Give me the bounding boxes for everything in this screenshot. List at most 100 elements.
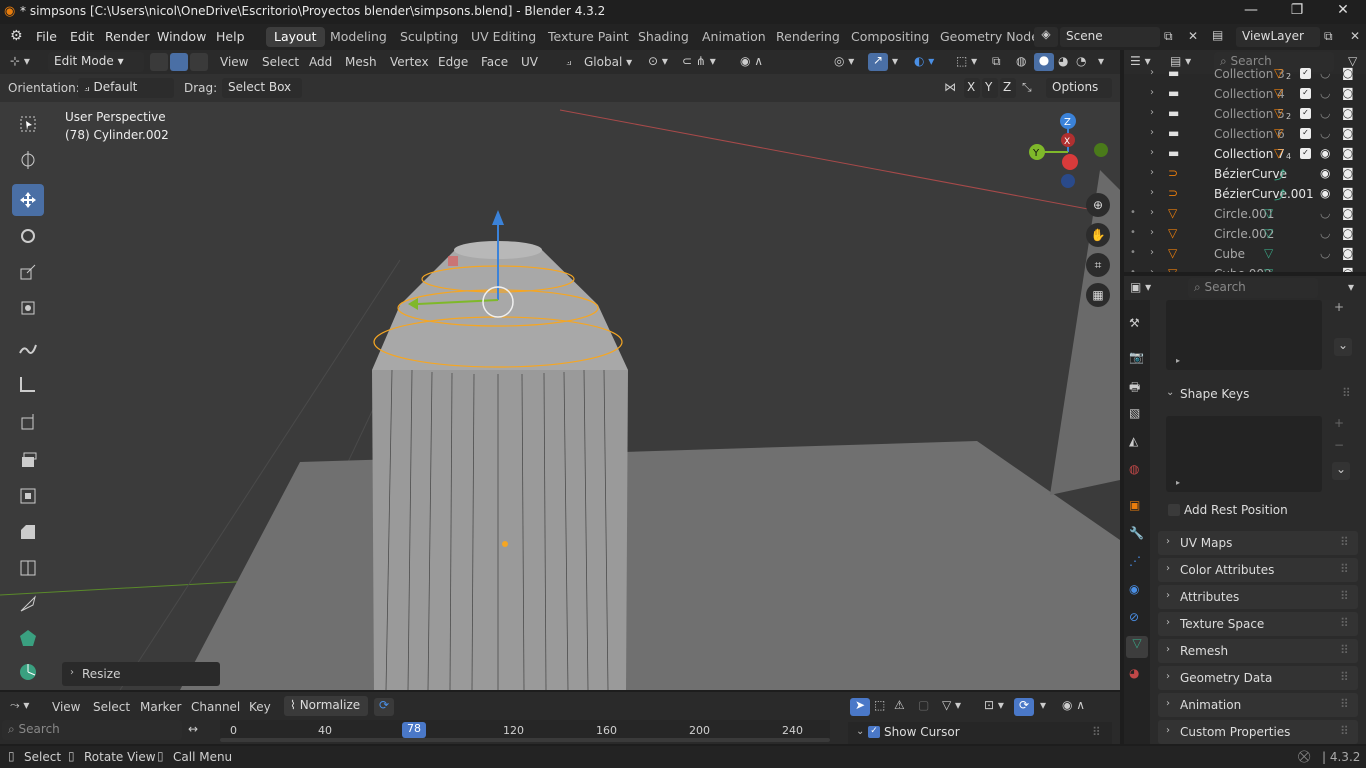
expand-chevron-icon[interactable]: › <box>1150 67 1154 78</box>
object-tab-icon[interactable]: ▣ <box>1129 498 1140 512</box>
rotate-tool-icon[interactable] <box>12 220 44 252</box>
panel-color-attributes[interactable]: › Color Attributes ⠿ <box>1158 558 1358 582</box>
material-tab-icon[interactable]: ◕ <box>1129 666 1139 680</box>
edge-select-icon[interactable] <box>170 53 188 71</box>
menu-mesh[interactable]: Mesh <box>345 55 377 69</box>
orientation-selector[interactable]: ⟓ Default <box>78 78 174 98</box>
filter-dropdown-icon[interactable]: ▽ ▾ <box>942 698 961 712</box>
panel-remesh[interactable]: › Remesh ⠿ <box>1158 639 1358 663</box>
mirror-icon[interactable]: ⋈ <box>944 80 956 94</box>
outliner-item[interactable]: › ▬ Collection 6 ▽ ✓ ◡ ◙ <box>1124 124 1366 144</box>
spin-tool-icon[interactable] <box>12 656 44 688</box>
constraints-tab-icon[interactable]: ⊘ <box>1129 610 1139 624</box>
exclude-checkbox[interactable]: ✓ <box>1300 148 1311 159</box>
keying-dropdown-icon[interactable]: ▾ <box>1040 698 1046 712</box>
new-view-layer-icon[interactable]: ⧉ <box>1324 29 1333 44</box>
cursor-tool-icon[interactable] <box>12 144 44 176</box>
properties-editor-icon[interactable]: ▣ ▾ <box>1130 280 1151 294</box>
outliner-item[interactable]: › ▬ Collection 5 ▽ 2 ✓ ◡ ◙ <box>1124 104 1366 124</box>
panel-geometry-data[interactable]: › Geometry Data ⠿ <box>1158 666 1358 690</box>
drag-handle-icon[interactable]: ⠿ <box>1340 562 1349 576</box>
mirror-x-toggle[interactable]: X <box>964 78 980 98</box>
auto-keying-icon[interactable]: ⟳ <box>1014 698 1034 716</box>
new-scene-icon[interactable]: ⧉ <box>1164 29 1173 44</box>
exclude-checkbox[interactable]: ✓ <box>1300 88 1311 99</box>
mode-selector[interactable]: Edit Mode ▾ <box>48 52 144 72</box>
drag-handle-icon[interactable]: ⠿ <box>1340 535 1349 549</box>
eye-icon[interactable]: ◉ <box>1320 146 1330 160</box>
physics-tab-icon[interactable]: ◉ <box>1129 582 1139 596</box>
properties-search-input[interactable]: ⌕ Search <box>1188 278 1318 298</box>
tool-tab-icon[interactable]: ⚒ <box>1129 316 1140 330</box>
camera-icon[interactable]: ◙ <box>1342 166 1354 180</box>
show-cursor-chevron-icon[interactable]: ⌄ <box>856 726 864 737</box>
exclude-checkbox[interactable]: ✓ <box>1300 68 1311 79</box>
knife-tool-icon[interactable] <box>12 588 44 620</box>
vertex-select-icon[interactable] <box>150 53 168 71</box>
timeline-editor-icon[interactable]: ⤳ ▾ <box>10 698 29 713</box>
gizmo-toggle-icon[interactable]: ↗ <box>868 53 888 71</box>
view-layer-tab-icon[interactable]: ▧ <box>1129 406 1140 420</box>
outliner-item[interactable]: • › ▽ Circle.001 ▽ ◡ ◙ <box>1124 204 1366 224</box>
drag-handle-icon[interactable]: ⠿ <box>1342 386 1351 400</box>
move-tool-icon[interactable] <box>12 184 44 216</box>
scene-tab-icon[interactable]: ◭ <box>1129 434 1138 448</box>
timeline-menu-marker[interactable]: Marker <box>140 700 181 714</box>
only-selected-icon[interactable]: ➤ <box>850 698 870 716</box>
loop-cut-tool-icon[interactable] <box>12 552 44 584</box>
exclude-checkbox[interactable]: ✓ <box>1300 108 1311 119</box>
menu-file[interactable]: File <box>36 29 57 44</box>
shading-dropdown-icon[interactable]: ▾ <box>1098 54 1104 68</box>
edit-dot-icon[interactable]: • <box>1130 207 1136 218</box>
edit-dot-icon[interactable]: • <box>1130 267 1136 272</box>
output-tab-icon[interactable]: 🖶 <box>1129 378 1140 399</box>
gizmo-dropdown-icon[interactable]: ▾ <box>892 54 898 68</box>
tab-compositing[interactable]: Compositing <box>843 27 937 47</box>
menu-render[interactable]: Render <box>105 29 150 44</box>
camera-icon[interactable]: ◙ <box>1342 206 1354 220</box>
outliner-item[interactable]: › ▬ Collection 3 ▽ 2 ✓ ◡ ◙ <box>1124 64 1366 84</box>
navigation-gizmo[interactable]: Z Y X <box>1026 112 1116 192</box>
drag-handle-icon[interactable]: ⠿ <box>1340 697 1349 711</box>
list-specials-icon[interactable]: ⌄ <box>1334 338 1352 356</box>
edit-dot-icon[interactable]: • <box>1130 247 1136 258</box>
timeline-search-input[interactable]: ⌕ Search <box>2 720 182 740</box>
shape-keys-expand-icon[interactable]: ▸ <box>1176 478 1180 487</box>
panel-custom-properties[interactable]: › Custom Properties ⠿ <box>1158 720 1358 744</box>
timeline-menu-select[interactable]: Select <box>93 700 130 714</box>
tab-layout[interactable]: Layout <box>266 27 325 47</box>
expand-chevron-icon[interactable]: › <box>1150 167 1154 178</box>
exclude-checkbox[interactable]: ✓ <box>1300 128 1311 139</box>
expand-chevron-icon[interactable]: › <box>1150 227 1154 238</box>
vertex-groups-list[interactable] <box>1166 300 1322 370</box>
eye-icon[interactable]: ◡ <box>1320 206 1330 220</box>
view-layer-selector[interactable]: ViewLayer <box>1236 27 1320 47</box>
menu-vertex[interactable]: Vertex <box>390 55 429 69</box>
3d-viewport[interactable] <box>0 50 1120 690</box>
modifier-tab-icon[interactable]: 🔧 <box>1129 526 1144 540</box>
render-tab-icon[interactable]: 📷 <box>1129 350 1144 364</box>
zoom-icon[interactable]: ⊕ <box>1086 193 1110 217</box>
visibility-icon[interactable]: ◎ ▾ <box>834 54 854 68</box>
auto-merge-icon[interactable]: ⤡ <box>1022 80 1032 95</box>
timeline-menu-key[interactable]: Key <box>249 700 271 714</box>
shape-key-remove-icon[interactable]: − <box>1334 438 1344 452</box>
eye-icon[interactable]: ◉ <box>1320 186 1330 200</box>
menu-edge[interactable]: Edge <box>438 55 468 69</box>
scene-selector[interactable]: Scene <box>1060 27 1160 47</box>
blender-menu-icon[interactable]: ⚙ <box>10 28 23 44</box>
list-add-icon[interactable]: + <box>1334 300 1344 314</box>
current-frame-indicator[interactable]: 78 <box>402 722 426 738</box>
outliner-item[interactable]: › ⊃ BézierCurve ⤴ ◉ ◙ <box>1124 164 1366 184</box>
tab-animation[interactable]: Animation <box>694 27 774 47</box>
last-operator-panel[interactable]: › Resize <box>62 662 220 686</box>
camera-icon[interactable]: ◙ <box>1342 66 1354 80</box>
list-expand-icon[interactable]: ▸ <box>1176 356 1180 365</box>
camera-icon[interactable]: ◙ <box>1342 186 1354 200</box>
drag-handle-icon[interactable]: ⠿ <box>1340 589 1349 603</box>
expand-chevron-icon[interactable]: › <box>1150 107 1154 118</box>
hidden-icon[interactable]: ⬚ <box>874 698 885 712</box>
mirror-z-toggle[interactable]: Z <box>1000 78 1016 98</box>
select-box-tool-icon[interactable] <box>12 108 44 140</box>
tab-modeling[interactable]: Modeling <box>322 27 395 47</box>
